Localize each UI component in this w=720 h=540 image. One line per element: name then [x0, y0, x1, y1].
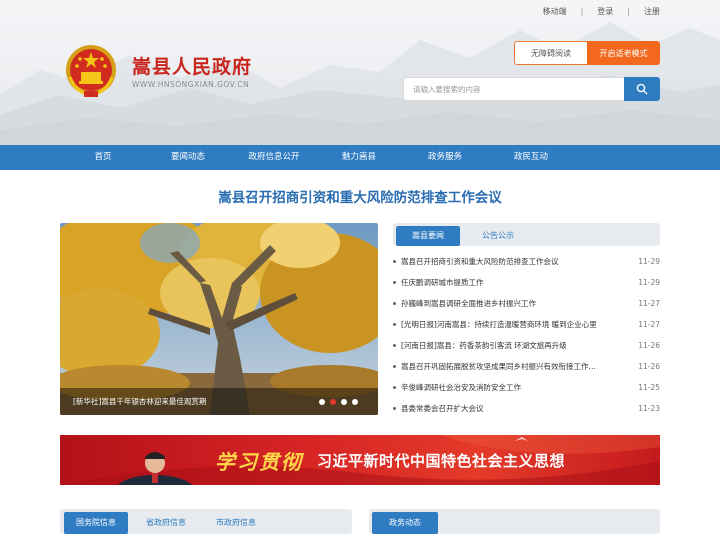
nav-item-news[interactable]: 要闻动态 — [148, 145, 228, 170]
tab-province[interactable]: 省政府信息 — [136, 512, 196, 534]
news-title[interactable]: [河南日报]嵩县：药香茶韵引客流 环湖文旅再升级 — [401, 340, 632, 351]
news-date: 11-27 — [638, 320, 660, 329]
bullet-icon — [393, 302, 396, 305]
accessible-reading-button[interactable]: 无障碍阅读 — [514, 41, 588, 65]
news-date: 11-25 — [638, 383, 660, 392]
news-date: 11-29 — [638, 257, 660, 266]
list-item[interactable]: [河南日报]嵩县：药香茶韵引客流 环湖文旅再升级 11-26 — [393, 335, 660, 356]
list-item[interactable]: 嵩县召开招商引资和重大风险防范排查工作会议 11-29 — [393, 251, 660, 272]
image-slider[interactable]: [新华社]嵩县千年银杏林迎来最佳观赏期 — [60, 223, 378, 415]
site-header: 移动端 | 登录 | 注册 嵩县人民政府 WWW.HNSONGXIAN.GOV.… — [0, 0, 720, 145]
news-date: 11-27 — [638, 299, 660, 308]
slider-dot-active[interactable] — [330, 399, 336, 405]
search-button[interactable] — [624, 77, 660, 101]
bullet-icon — [393, 344, 396, 347]
register-link[interactable]: 注册 — [644, 6, 660, 17]
divider: | — [627, 7, 630, 16]
bullet-icon — [393, 386, 396, 389]
tab-gov-dynamics[interactable]: 政务动态 — [372, 512, 438, 534]
banner-slogan: 习近平新时代中国特色社会主义思想 — [317, 452, 566, 470]
slider-dot[interactable] — [352, 399, 358, 405]
list-item[interactable]: [光明日报]河南嵩县：持续打造温暖营商环境 暖到企业心里 11-27 — [393, 314, 660, 335]
nav-item-charm[interactable]: 魅力嵩县 — [319, 145, 399, 170]
nav-item-services[interactable]: 政务服务 — [405, 145, 485, 170]
news-date: 11-29 — [638, 278, 660, 287]
national-emblem-logo[interactable] — [64, 43, 118, 99]
elder-mode-button[interactable]: 开启适老模式 — [587, 41, 660, 65]
divider: | — [580, 7, 584, 16]
tab-songxian-news[interactable]: 嵩县要闻 — [396, 226, 460, 246]
gov-dynamics-tabs: 政务动态 — [369, 509, 660, 534]
news-tabs: 嵩县要闻 公告公示 — [393, 223, 660, 246]
search-icon — [636, 83, 648, 95]
list-item[interactable]: 任庆鹏调研城市提质工作 11-29 — [393, 272, 660, 293]
mobile-link[interactable]: 移动端 — [543, 6, 567, 17]
tab-announcements[interactable]: 公告公示 — [468, 226, 528, 246]
main-nav: 首页 要闻动态 政府信息公开 魅力嵩县 政务服务 政民互动 — [0, 145, 720, 170]
site-title[interactable]: 嵩县人民政府 — [132, 52, 252, 79]
search-input[interactable]: 请输入要搜索的内容 — [403, 77, 625, 101]
site-url: WWW.HNSONGXIAN.GOV.CN — [132, 80, 250, 89]
top-links: 移动端 | 登录 | 注册 — [543, 6, 660, 17]
bullet-icon — [393, 365, 396, 368]
nav-item-home[interactable]: 首页 — [63, 145, 143, 170]
news-date: 11-26 — [638, 341, 660, 350]
slider-dot[interactable] — [341, 399, 347, 405]
headline-link[interactable]: 嵩县召开招商引资和重大风险防范排查工作会议 — [0, 186, 720, 206]
news-date: 11-23 — [638, 404, 660, 413]
news-title[interactable]: 孙巍峰到嵩县调研全面推进乡村振兴工作 — [401, 298, 632, 309]
study-banner[interactable]: 学习贯彻 习近平新时代中国特色社会主义思想 — [60, 435, 660, 485]
bullet-icon — [393, 323, 396, 326]
news-title[interactable]: 任庆鹏调研城市提质工作 — [401, 277, 632, 288]
list-item[interactable]: 县委常委会召开扩大会议 11-23 — [393, 398, 660, 419]
nav-item-gov-info[interactable]: 政府信息公开 — [234, 145, 314, 170]
tab-city[interactable]: 市政府信息 — [206, 512, 266, 534]
news-title[interactable]: [光明日报]河南嵩县：持续打造温暖营商环境 暖到企业心里 — [401, 319, 632, 330]
news-title[interactable]: 嵩县召开巩固拓展脱贫攻坚成果同乡村振兴有效衔接工作… — [401, 361, 632, 372]
list-item[interactable]: 孙巍峰到嵩县调研全面推进乡村振兴工作 11-27 — [393, 293, 660, 314]
news-list: 嵩县召开招商引资和重大风险防范排查工作会议 11-29 任庆鹏调研城市提质工作 11… — [393, 251, 660, 419]
slider-dot[interactable] — [319, 399, 325, 405]
news-title[interactable]: 辛俊峰调研社会治安及消防安全工作 — [401, 382, 632, 393]
list-item[interactable]: 辛俊峰调研社会治安及消防安全工作 11-25 — [393, 377, 660, 398]
news-title[interactable]: 县委常委会召开扩大会议 — [401, 403, 632, 414]
login-link[interactable]: 登录 — [597, 6, 613, 17]
bullet-icon — [393, 407, 396, 410]
slider-dots — [319, 399, 358, 405]
tab-state-council[interactable]: 国务院信息 — [64, 512, 128, 534]
info-tabs: 国务院信息 省政府信息 市政府信息 — [60, 509, 352, 534]
bullet-icon — [393, 260, 396, 263]
banner-calligraphy: 学习贯彻 — [215, 450, 303, 474]
list-item[interactable]: 嵩县召开巩固拓展脱贫攻坚成果同乡村振兴有效衔接工作… 11-26 — [393, 356, 660, 377]
ginkgo-tree-photo — [60, 223, 378, 415]
nav-item-interaction[interactable]: 政民互动 — [491, 145, 571, 170]
news-title[interactable]: 嵩县召开招商引资和重大风险防范排查工作会议 — [401, 256, 632, 267]
news-date: 11-26 — [638, 362, 660, 371]
bullet-icon — [393, 281, 396, 284]
